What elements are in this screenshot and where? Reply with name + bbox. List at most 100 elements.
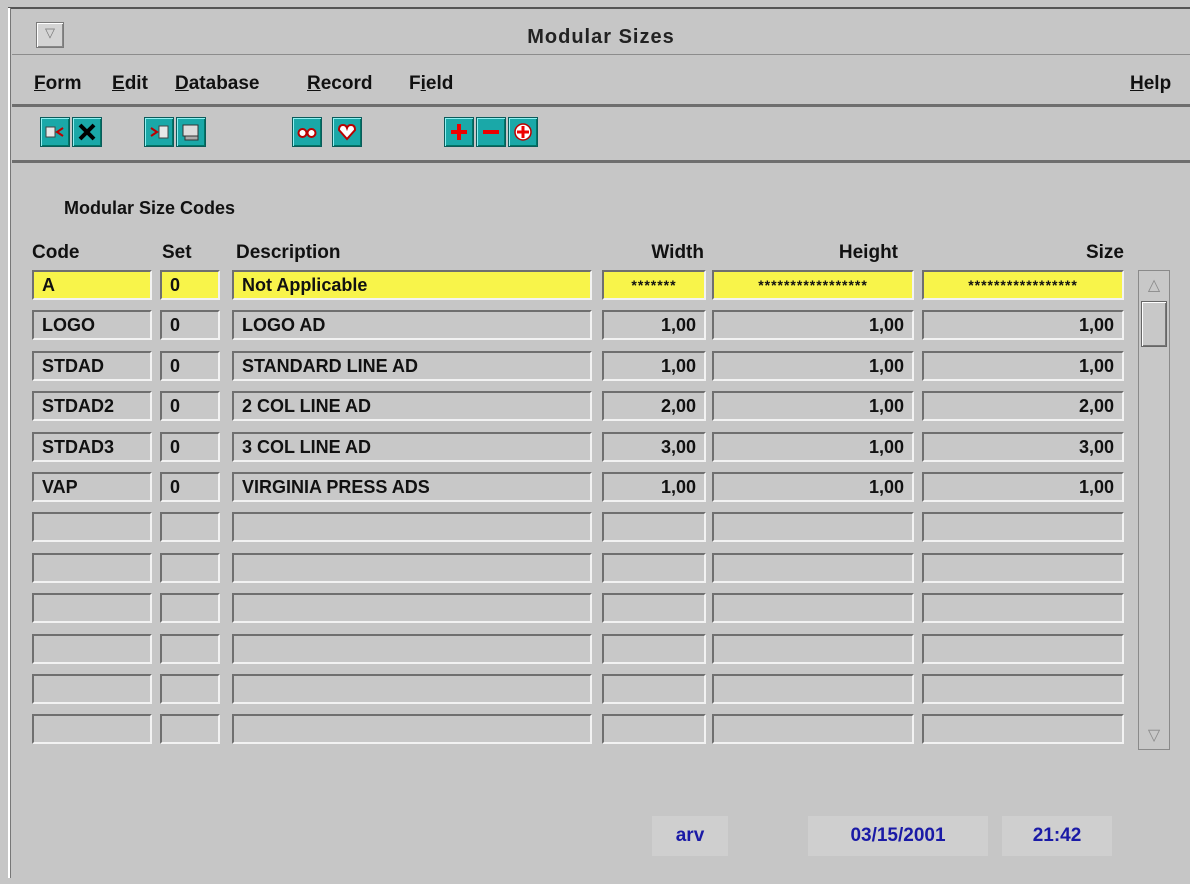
view-button[interactable] bbox=[292, 117, 322, 147]
field-width[interactable] bbox=[602, 553, 706, 583]
menu-field[interactable]: Field bbox=[409, 73, 453, 95]
field-width[interactable]: 1,00 bbox=[602, 310, 706, 340]
field-code[interactable]: STDAD bbox=[32, 351, 152, 381]
execute-query-button[interactable] bbox=[144, 117, 174, 147]
cross-duplicate-icon bbox=[514, 123, 532, 141]
field-set[interactable] bbox=[160, 714, 220, 744]
favorite-button[interactable] bbox=[332, 117, 362, 147]
field-description[interactable] bbox=[232, 714, 592, 744]
header-set: Set bbox=[162, 242, 192, 263]
field-set[interactable]: 0 bbox=[160, 391, 220, 421]
field-width[interactable] bbox=[602, 714, 706, 744]
field-description[interactable] bbox=[232, 593, 592, 623]
field-code[interactable] bbox=[32, 553, 152, 583]
field-height[interactable]: 1,00 bbox=[712, 432, 914, 462]
field-code[interactable]: A bbox=[32, 270, 152, 300]
field-set[interactable] bbox=[160, 593, 220, 623]
field-code[interactable] bbox=[32, 714, 152, 744]
field-code[interactable]: STDAD2 bbox=[32, 391, 152, 421]
field-set[interactable]: 0 bbox=[160, 310, 220, 340]
field-width[interactable]: 3,00 bbox=[602, 432, 706, 462]
field-description[interactable]: 2 COL LINE AD bbox=[232, 391, 592, 421]
field-size[interactable] bbox=[922, 674, 1124, 704]
field-height[interactable] bbox=[712, 553, 914, 583]
field-description[interactable]: Not Applicable bbox=[232, 270, 592, 300]
duplicate-record-button[interactable] bbox=[508, 117, 538, 147]
field-code[interactable]: STDAD3 bbox=[32, 432, 152, 462]
field-size[interactable]: 1,00 bbox=[922, 472, 1124, 502]
field-height[interactable] bbox=[712, 512, 914, 542]
field-size[interactable] bbox=[922, 553, 1124, 583]
field-width[interactable] bbox=[602, 634, 706, 664]
field-height[interactable]: 1,00 bbox=[712, 310, 914, 340]
field-size[interactable]: 1,00 bbox=[922, 310, 1124, 340]
field-set[interactable] bbox=[160, 553, 220, 583]
menu-database[interactable]: Database bbox=[175, 73, 260, 95]
field-width[interactable]: ******* bbox=[602, 270, 706, 300]
field-code[interactable] bbox=[32, 634, 152, 664]
field-height[interactable]: 1,00 bbox=[712, 391, 914, 421]
field-description[interactable]: VIRGINIA PRESS ADS bbox=[232, 472, 592, 502]
field-set[interactable]: 0 bbox=[160, 472, 220, 502]
field-description[interactable] bbox=[232, 553, 592, 583]
menu-edit[interactable]: Edit bbox=[112, 73, 148, 95]
field-code[interactable] bbox=[32, 674, 152, 704]
field-description[interactable] bbox=[232, 634, 592, 664]
field-height[interactable]: ***************** bbox=[712, 270, 914, 300]
title-bar: ▽ Modular Sizes bbox=[12, 10, 1190, 55]
field-height[interactable] bbox=[712, 634, 914, 664]
delete-record-button[interactable] bbox=[476, 117, 506, 147]
field-set[interactable] bbox=[160, 634, 220, 664]
field-size[interactable] bbox=[922, 593, 1124, 623]
field-code[interactable]: LOGO bbox=[32, 310, 152, 340]
execute-query-icon bbox=[150, 125, 169, 139]
scroll-down-icon[interactable]: ▽ bbox=[1141, 723, 1167, 747]
enter-query-button[interactable] bbox=[40, 117, 70, 147]
menu-help[interactable]: Help bbox=[1130, 73, 1171, 95]
field-description[interactable] bbox=[232, 512, 592, 542]
field-width[interactable] bbox=[602, 593, 706, 623]
print-screen-button[interactable] bbox=[176, 117, 206, 147]
field-size[interactable]: 1,00 bbox=[922, 351, 1124, 381]
field-height[interactable] bbox=[712, 674, 914, 704]
field-height[interactable]: 1,00 bbox=[712, 472, 914, 502]
field-set[interactable] bbox=[160, 512, 220, 542]
field-size[interactable]: 2,00 bbox=[922, 391, 1124, 421]
field-height[interactable] bbox=[712, 714, 914, 744]
field-size[interactable]: ***************** bbox=[922, 270, 1124, 300]
print-screen-icon bbox=[182, 124, 199, 141]
field-set[interactable]: 0 bbox=[160, 270, 220, 300]
field-width[interactable]: 2,00 bbox=[602, 391, 706, 421]
field-height[interactable] bbox=[712, 593, 914, 623]
field-code[interactable]: VAP bbox=[32, 472, 152, 502]
scroll-thumb[interactable] bbox=[1141, 301, 1167, 347]
field-height[interactable]: 1,00 bbox=[712, 351, 914, 381]
menu-form[interactable]: Form bbox=[34, 73, 82, 95]
field-set[interactable]: 0 bbox=[160, 351, 220, 381]
field-description[interactable]: LOGO AD bbox=[232, 310, 592, 340]
field-description[interactable]: STANDARD LINE AD bbox=[232, 351, 592, 381]
plus-add-icon bbox=[451, 124, 467, 140]
field-width[interactable]: 1,00 bbox=[602, 472, 706, 502]
field-size[interactable] bbox=[922, 512, 1124, 542]
field-size[interactable] bbox=[922, 714, 1124, 744]
add-record-button[interactable] bbox=[444, 117, 474, 147]
field-code[interactable] bbox=[32, 512, 152, 542]
field-description[interactable]: 3 COL LINE AD bbox=[232, 432, 592, 462]
toolbar bbox=[12, 110, 1190, 163]
menu-record[interactable]: Record bbox=[307, 73, 372, 95]
cancel-button[interactable] bbox=[72, 117, 102, 147]
field-width[interactable]: 1,00 bbox=[602, 351, 706, 381]
vertical-scrollbar[interactable]: △ ▽ bbox=[1138, 270, 1170, 750]
field-width[interactable] bbox=[602, 512, 706, 542]
field-size[interactable] bbox=[922, 634, 1124, 664]
field-description[interactable] bbox=[232, 674, 592, 704]
minus-delete-icon bbox=[483, 130, 499, 134]
window-frame-top bbox=[8, 7, 1190, 9]
field-code[interactable] bbox=[32, 593, 152, 623]
field-size[interactable]: 3,00 bbox=[922, 432, 1124, 462]
field-set[interactable]: 0 bbox=[160, 432, 220, 462]
scroll-up-icon[interactable]: △ bbox=[1141, 273, 1167, 297]
field-set[interactable] bbox=[160, 674, 220, 704]
field-width[interactable] bbox=[602, 674, 706, 704]
